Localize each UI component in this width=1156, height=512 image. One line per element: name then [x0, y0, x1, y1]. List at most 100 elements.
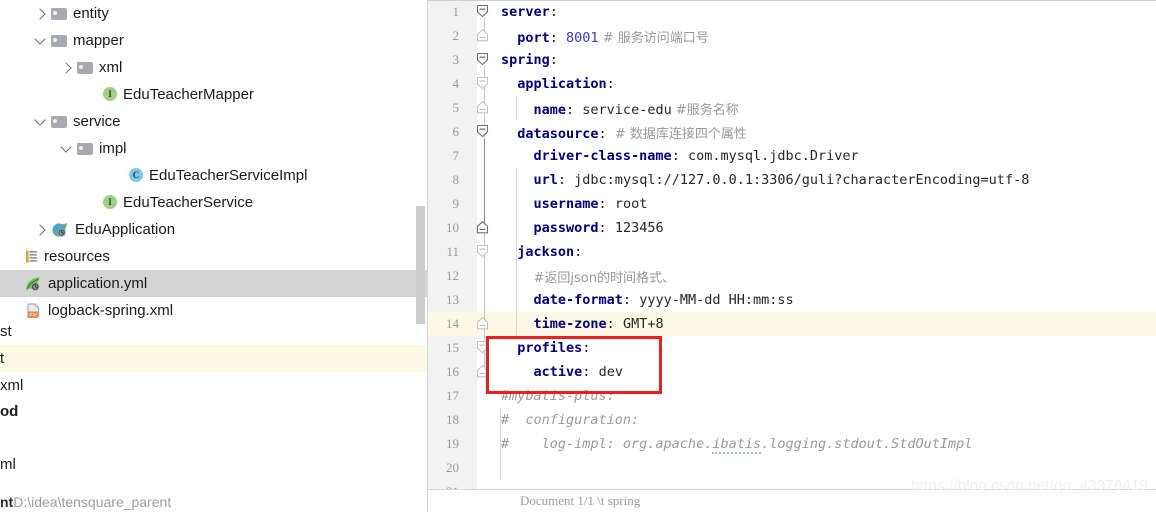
tree-item-eduapplication[interactable]: EduApplication	[0, 216, 428, 243]
line-number: 6	[452, 124, 460, 139]
tree-item-eduteacherservice[interactable]: I EduTeacherService	[0, 189, 428, 216]
fold-gutter-cell[interactable]	[468, 240, 498, 264]
fold-gutter-cell[interactable]	[468, 360, 498, 384]
code-token: :	[671, 148, 688, 164]
code-token: #返回json的时间格式、	[533, 270, 675, 286]
tree-item-impl[interactable]: impl	[0, 135, 428, 162]
fold-collapse-icon[interactable]	[475, 244, 490, 259]
chevron-down-icon[interactable]	[34, 34, 48, 48]
editor-line[interactable]: 15 profiles:	[428, 336, 1156, 360]
editor-line[interactable]: 8 url: jdbc:mysql://127.0.0.1:3306/guli?…	[428, 168, 1156, 192]
code-token: :	[598, 220, 615, 236]
fold-gutter-cell[interactable]	[468, 216, 498, 240]
truncated-tree-item[interactable]: t	[0, 345, 4, 372]
editor-line[interactable]: 10 password: 123456	[428, 216, 1156, 240]
code-token: :	[622, 292, 640, 308]
code-token: 123456	[614, 220, 664, 236]
editor-line[interactable]: 12 #返回json的时间格式、	[428, 264, 1156, 288]
fold-gutter-cell[interactable]	[468, 120, 498, 144]
editor-line[interactable]: 2 port: 8001 # 服务访问端口号	[428, 24, 1156, 48]
fold-gutter-cell[interactable]	[468, 0, 498, 24]
tree-item-service[interactable]: service	[0, 108, 428, 135]
fold-gutter-cell	[468, 408, 498, 432]
fold-gutter-cell	[468, 264, 498, 288]
fold-gutter-cell	[468, 288, 498, 312]
editor-line[interactable]: 11 jackson:	[428, 240, 1156, 264]
code-token: :	[549, 29, 567, 46]
fold-collapse-icon[interactable]	[475, 4, 490, 19]
chevron-down-icon[interactable]	[60, 142, 74, 156]
tree-item-label: logback-spring.xml	[48, 302, 174, 319]
tree-item-eduteacherserviceimpl[interactable]: C EduTeacherServiceImpl	[0, 162, 428, 189]
editor-line[interactable]: 9 username: root	[428, 192, 1156, 216]
editor-line[interactable]: 19 # log-impl: org.apache.ibatis.logging.…	[428, 432, 1156, 456]
fold-end-icon[interactable]	[475, 28, 490, 43]
fold-end-icon[interactable]	[475, 364, 490, 379]
code-token: time-zone	[533, 316, 607, 332]
line-number: 12	[446, 268, 459, 283]
editor-line[interactable]: 6 datasource: # 数据库连接四个属性	[428, 120, 1156, 144]
editor-code-area[interactable]: 1 server: 2 port: 8001 # 服务访问端口号 3 spring: 4 …	[428, 0, 1156, 504]
tree-item-entity[interactable]: entity	[0, 0, 428, 27]
chevron-right-icon[interactable]	[34, 7, 48, 21]
editor-line[interactable]: 14 time-zone: GMT+8	[428, 312, 1156, 336]
fold-gutter-cell[interactable]	[468, 24, 498, 48]
fold-end-icon[interactable]	[475, 316, 490, 331]
editor-line[interactable]: 16 active: dev	[428, 360, 1156, 384]
ide-window: entity mapper xml I EduTeacherMapper service i…	[0, 0, 1156, 512]
chevron-right-icon[interactable]	[34, 223, 48, 237]
chevron-down-icon[interactable]	[34, 115, 48, 129]
tree-item-resources[interactable]: resources	[0, 243, 428, 270]
code-token: .logging.stdout.StdOutImpl	[761, 436, 973, 452]
tree-item-logback-spring-xml[interactable]: <> logback-spring.xml	[0, 297, 428, 324]
code-token: root	[614, 196, 648, 212]
fold-collapse-icon[interactable]	[475, 52, 490, 67]
truncated-tree-item[interactable]: xml	[0, 372, 23, 399]
interface-icon: I	[103, 195, 118, 210]
tree-scrollbar-thumb[interactable]	[416, 206, 425, 324]
code-token: jackson	[517, 244, 575, 260]
fold-gutter-cell	[468, 456, 498, 480]
fold-gutter-cell[interactable]	[468, 48, 498, 72]
editor-line[interactable]: 3 spring:	[428, 48, 1156, 72]
fold-end-icon[interactable]	[475, 100, 490, 115]
tree-item-mapper[interactable]: mapper	[0, 27, 428, 54]
truncated-tree-item[interactable]: od	[0, 398, 18, 425]
fold-end-icon[interactable]	[475, 220, 490, 235]
tree-item-xml[interactable]: xml	[0, 54, 428, 81]
editor-line[interactable]: 13 date-format: yyyy-MM-dd HH:mm:ss	[428, 288, 1156, 312]
chevron-right-icon[interactable]	[60, 61, 74, 75]
fold-gutter-cell[interactable]	[468, 312, 498, 336]
code-text: username: root	[498, 196, 648, 212]
code-token: ibatis	[712, 436, 762, 454]
editor-line[interactable]: 7 driver-class-name: com.mysql.jdbc.Driv…	[428, 144, 1156, 168]
code-token: url	[533, 172, 558, 188]
chevron-placeholder	[8, 250, 22, 264]
fold-collapse-icon[interactable]	[475, 76, 490, 91]
code-token: service-edu	[582, 101, 672, 118]
tree-item-label: service	[73, 113, 121, 130]
tree-vertical-scrollbar[interactable]	[416, 0, 425, 512]
line-number: 4	[452, 76, 460, 91]
editor-line[interactable]: 18 # configuration:	[428, 408, 1156, 432]
code-text: driver-class-name: com.mysql.jdbc.Driver	[498, 148, 859, 164]
code-token: password	[533, 220, 599, 236]
truncated-tree-item[interactable]: ml	[0, 451, 16, 478]
fold-gutter-cell[interactable]	[468, 72, 498, 96]
tree-item-eduteachermapper[interactable]: I EduTeacherMapper	[0, 81, 428, 108]
folder-icon	[77, 141, 94, 156]
project-tree[interactable]: entity mapper xml I EduTeacherMapper service i…	[0, 0, 428, 324]
code-editor-pane[interactable]: 1 server: 2 port: 8001 # 服务访问端口号 3 spring: 4 …	[428, 0, 1156, 512]
editor-line[interactable]: 1 server:	[428, 0, 1156, 24]
fold-collapse-icon[interactable]	[475, 340, 490, 355]
editor-line[interactable]: 4 application:	[428, 72, 1156, 96]
truncated-tree-item[interactable]: st	[0, 318, 12, 345]
fold-gutter-cell[interactable]	[468, 336, 498, 360]
line-number: 5	[452, 100, 460, 115]
tree-item-application-yml[interactable]: application.yml	[0, 270, 428, 297]
fold-gutter-cell[interactable]	[468, 96, 498, 120]
editor-line[interactable]: 17 #mybatis-plus:	[428, 384, 1156, 408]
editor-line[interactable]: 5 name: service-edu #服务名称	[428, 96, 1156, 120]
fold-collapse-icon[interactable]	[475, 124, 490, 139]
